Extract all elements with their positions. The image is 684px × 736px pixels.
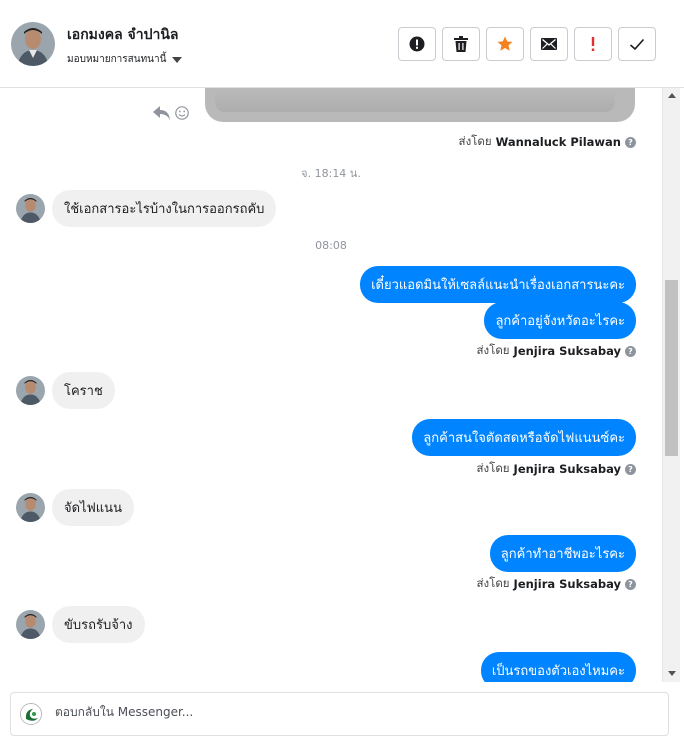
- report-button[interactable]: [398, 27, 436, 61]
- exclamation-icon: [591, 37, 595, 51]
- message-timestamp: 08:08: [315, 239, 347, 252]
- outgoing-message[interactable]: เดี๋ยวแอดมินให้เซลล์แนะนำเรื่องเอกสารนะค…: [360, 266, 636, 303]
- caret-down-icon: [172, 56, 183, 63]
- page-logo-icon: [20, 703, 42, 725]
- done-button[interactable]: [618, 27, 656, 61]
- check-icon: [629, 38, 645, 50]
- reply-composer: [10, 692, 669, 736]
- sent-by-prefix: ส่งโดย: [476, 461, 510, 475]
- sent-by-label: ส่งโดย Jenjira Suksabay ?: [477, 460, 636, 478]
- message-thread: ส่งโดย Wannaluck Pilawan ? จ. 18:14 น. ใ…: [0, 88, 662, 682]
- contact-avatar[interactable]: [11, 22, 55, 66]
- outgoing-message[interactable]: ลูกค้าสนใจตัดสดหรือจัดไฟแนนซ์คะ: [412, 419, 636, 456]
- mark-unread-button[interactable]: [530, 27, 568, 61]
- sent-by-prefix: ส่งโดย: [476, 343, 510, 357]
- contact-avatar-small[interactable]: [16, 194, 45, 223]
- sent-by-prefix: ส่งโดย: [458, 134, 492, 148]
- emoji-icon[interactable]: [175, 106, 189, 120]
- sender-name: Jenjira Suksabay: [513, 577, 621, 591]
- incoming-message-row: โคราช: [16, 372, 115, 409]
- help-icon[interactable]: ?: [625, 345, 636, 357]
- scroll-up-arrow-icon[interactable]: [668, 93, 676, 98]
- envelope-icon: [541, 38, 557, 50]
- contact-avatar-small[interactable]: [16, 493, 45, 522]
- incoming-message-row: ใช้เอกสารอะไรบ้างในการออกรถคับ: [16, 190, 277, 227]
- star-icon: [497, 36, 513, 51]
- conversation-toolbar: [398, 27, 656, 61]
- sent-by-label: ส่งโดย Jenjira Suksabay ?: [477, 575, 636, 593]
- outgoing-message[interactable]: เป็นรถของตัวเองไหมคะ: [480, 652, 636, 682]
- exclamation-circle-icon: [409, 36, 425, 52]
- assign-conversation-dropdown[interactable]: มอบหมายการสนทนานี้: [67, 52, 183, 67]
- contact-name[interactable]: เอกมงคล จำปานิล: [67, 24, 179, 46]
- scroll-down-arrow-icon[interactable]: [668, 671, 676, 676]
- outgoing-message[interactable]: ลูกค้าอยู่จังหวัดอะไรคะ: [484, 302, 636, 339]
- reply-input[interactable]: [55, 705, 615, 719]
- help-icon[interactable]: ?: [625, 136, 636, 148]
- scrollbar-thumb[interactable]: [665, 280, 678, 456]
- conversation-header: เอกมงคล จำปานิล มอบหมายการสนทนานี้: [0, 0, 684, 88]
- trash-icon: [454, 36, 468, 52]
- sent-by-label: ส่งโดย Wannaluck Pilawan ?: [459, 133, 636, 151]
- incoming-message[interactable]: ขับรถรับจ้าง: [52, 606, 145, 643]
- outgoing-message[interactable]: ลูกค้าทำอาชีพอะไรคะ: [489, 535, 636, 572]
- incoming-message[interactable]: จัดไฟแนน: [52, 489, 134, 526]
- contact-avatar-small[interactable]: [16, 610, 45, 639]
- help-icon[interactable]: ?: [625, 578, 636, 590]
- delete-button[interactable]: [442, 27, 480, 61]
- reply-icon[interactable]: [153, 106, 171, 120]
- message-actions: [153, 106, 189, 120]
- chat-scrollbar[interactable]: [662, 88, 680, 682]
- sent-by-prefix: ส่งโดย: [476, 576, 510, 590]
- incoming-message[interactable]: ใช้เอกสารอะไรบ้างในการออกรถคับ: [52, 190, 277, 227]
- incoming-message-row: จัดไฟแนน: [16, 489, 134, 526]
- contact-avatar-small[interactable]: [16, 376, 45, 405]
- sender-name: Jenjira Suksabay: [513, 344, 621, 358]
- help-icon[interactable]: ?: [625, 463, 636, 475]
- message-timestamp: จ. 18:14 น.: [301, 167, 361, 180]
- sent-by-label: ส่งโดย Jenjira Suksabay ?: [477, 342, 636, 360]
- assign-label: มอบหมายการสนทนานี้: [67, 54, 167, 65]
- sender-name: Jenjira Suksabay: [513, 462, 621, 476]
- incoming-message-row: ขับรถรับจ้าง: [16, 606, 145, 643]
- incoming-message[interactable]: โคราช: [52, 372, 115, 409]
- star-button[interactable]: [486, 27, 524, 61]
- sender-name: Wannaluck Pilawan: [495, 135, 621, 149]
- image-attachment[interactable]: [205, 88, 635, 122]
- important-button[interactable]: [574, 27, 612, 61]
